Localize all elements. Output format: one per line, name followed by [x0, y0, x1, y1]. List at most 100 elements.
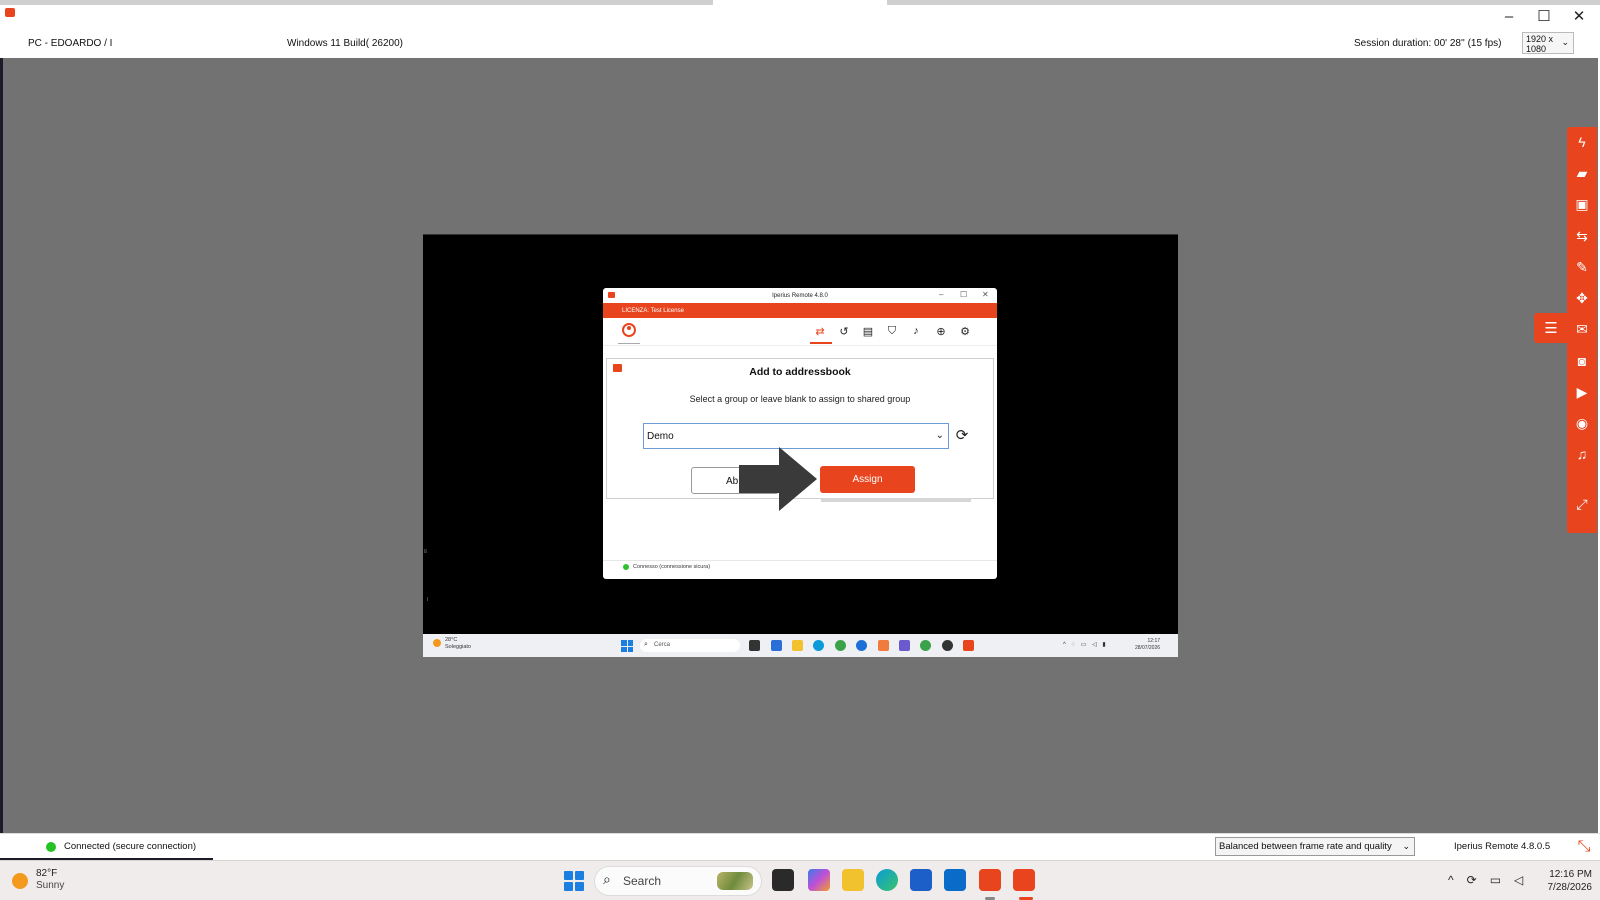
history-icon[interactable]: ↺ — [837, 324, 851, 338]
arrow-right-icon — [739, 447, 817, 511]
remote-clock: 12:17 28/07/2026 — [1135, 638, 1160, 652]
eye-icon[interactable]: ◉ — [1567, 408, 1597, 438]
remote-system-tray[interactable]: ^ ◌ ▭ ◁ ▮ — [1063, 641, 1108, 648]
remote-time: 12:17 — [1147, 638, 1161, 644]
outlook-icon[interactable] — [944, 869, 966, 891]
sun-icon — [12, 873, 28, 889]
copilot-icon[interactable] — [808, 869, 830, 891]
remote-app-icon[interactable] — [942, 640, 953, 651]
resize-icon[interactable]: ⤡ — [1574, 837, 1594, 857]
remote-folder-icon[interactable] — [792, 640, 803, 651]
bell-icon[interactable]: ♪ — [909, 324, 923, 338]
chat-icon[interactable]: ✉ — [1567, 314, 1597, 344]
remote-taskbar: 28°C Soleggiato ⌕ Cerca ^ ◌ ▭ ◁ ▮ 12:17 … — [423, 634, 1178, 657]
search-highlight-image — [717, 872, 753, 890]
connection-status-text: Connected (secure connection) — [64, 841, 197, 852]
task-view-icon[interactable] — [772, 869, 794, 891]
camera-icon[interactable]: ◙ — [1567, 346, 1597, 376]
video-icon[interactable]: ▶ — [1567, 377, 1597, 407]
addressbook-icon[interactable]: ▤ — [861, 324, 875, 338]
search-icon: ⌕ — [644, 641, 648, 648]
remote-iperius-icon[interactable] — [963, 640, 974, 651]
remote-weather[interactable]: 28°C Soleggiato — [433, 637, 471, 651]
remote-maximize-icon[interactable]: ☐ — [960, 290, 967, 299]
file-explorer-icon[interactable] — [842, 869, 864, 891]
pc-name: PC - EDOARDO / I — [28, 38, 113, 49]
iperius-icon[interactable] — [979, 869, 1001, 891]
remote-app-titlebar: Iperius Remote 4.8.0 – ☐ ✕ — [603, 288, 997, 303]
sync-icon[interactable]: ⟳ — [1467, 873, 1477, 887]
lightning-icon[interactable]: ϟ — [1567, 127, 1597, 157]
user-icon[interactable] — [622, 323, 636, 337]
chevron-up-icon[interactable]: ^ — [1448, 873, 1454, 887]
volume-icon[interactable]: ◁ — [1514, 873, 1523, 887]
fullscreen-icon[interactable]: ✥ — [1567, 283, 1597, 313]
quality-select[interactable]: Balanced between frame rate and quality … — [1215, 837, 1415, 856]
iperius-viewer-icon[interactable] — [1013, 869, 1035, 891]
remote-close-icon[interactable]: ✕ — [982, 290, 989, 299]
addressbook-icon[interactable]: ▣ — [1567, 189, 1597, 219]
shield-icon[interactable]: ⛉ — [885, 324, 899, 338]
remote-taskview-icon[interactable] — [749, 640, 760, 651]
remote-chrome-icon[interactable] — [920, 640, 931, 651]
remote-search-box[interactable]: ⌕ Cerca — [640, 639, 740, 652]
search-placeholder: Search — [623, 874, 662, 888]
session-duration: Session duration: 00' 28'' (15 fps) — [1354, 38, 1502, 49]
system-tray[interactable]: ^ ⟳ ▭ ◁ — [1448, 873, 1523, 887]
remote-app-icon[interactable] — [771, 640, 782, 651]
weather-temp: 82°F — [36, 868, 58, 879]
remote-start-icon[interactable] — [621, 640, 633, 652]
remote-edge-icon[interactable] — [813, 640, 824, 651]
remote-minimize-icon[interactable]: – — [939, 290, 943, 299]
start-button[interactable] — [564, 871, 584, 891]
remote-desktop-mark: ß — [424, 549, 428, 555]
wrench-icon[interactable]: ✎ — [1567, 252, 1597, 282]
remote-screen[interactable]: ß I Iperius Remote 4.8.0 – ☐ ✕ LICENZA: … — [423, 234, 1178, 657]
transfer-icon[interactable]: ⇄ — [813, 324, 827, 338]
assign-button[interactable]: Assign — [820, 466, 915, 493]
add-to-addressbook-dialog: Add to addressbook Select a group or lea… — [606, 358, 994, 511]
dialog-title: Add to addressbook — [749, 366, 851, 378]
os-info: Windows 11 Build( 26200) — [287, 38, 403, 49]
weather-condition: Sunny — [36, 880, 65, 891]
settings-icon[interactable]: ⚙ — [958, 324, 972, 338]
hamburger-icon[interactable]: ☰ — [1534, 313, 1568, 343]
iperius-logo-icon — [5, 8, 15, 17]
maximize-button[interactable]: ☐ — [1533, 6, 1555, 26]
store-icon[interactable] — [910, 869, 932, 891]
taskbar-clock[interactable]: 12:16 PM 7/28/2026 — [1530, 868, 1593, 894]
resolution-select[interactable]: 1920 x 1080 ⌄ — [1522, 32, 1574, 54]
swap-icon[interactable]: ⇆ — [1567, 221, 1597, 251]
remote-weather-temp: 28°C — [445, 637, 458, 643]
edge-icon[interactable] — [876, 869, 898, 891]
search-icon: ⌕ — [603, 871, 611, 887]
refresh-icon[interactable]: ⟳ — [953, 426, 971, 444]
viewer-titlebar: – ☐ ✕ — [0, 0, 1600, 32]
minimize-button[interactable]: – — [1498, 6, 1520, 26]
host-taskbar: 82°F Sunny ⌕ Search ^ ⟳ ▭ ◁ 12:16 PM 7/2… — [0, 860, 1600, 900]
connection-status: Connected (secure connection) — [46, 841, 196, 852]
remote-app-icon[interactable] — [878, 640, 889, 651]
status-dot-icon — [623, 564, 629, 570]
group-select-value: Demo — [647, 431, 674, 442]
group-select[interactable]: Demo ⌄ — [643, 423, 949, 449]
remote-date: 28/07/2026 — [1135, 645, 1161, 651]
hidden-text-line — [821, 498, 971, 502]
remote-teams-icon[interactable] — [899, 640, 910, 651]
speaker-icon[interactable]: ♫ — [1567, 439, 1597, 469]
remote-iperius-window[interactable]: Iperius Remote 4.8.0 – ☐ ✕ LICENZA: Test… — [603, 288, 997, 579]
expand-icon[interactable]: ⤢ — [1567, 489, 1597, 519]
support-icon[interactable]: ⊕ — [934, 324, 948, 338]
network-icon[interactable]: ▭ — [1490, 873, 1501, 887]
taskbar-search[interactable]: ⌕ Search — [594, 866, 762, 896]
folder-icon[interactable]: ▰ — [1567, 158, 1597, 188]
dialog-subtitle: Select a group or leave blank to assign … — [689, 394, 911, 404]
remote-chrome-icon[interactable] — [835, 640, 846, 651]
app-version: Iperius Remote 4.8.0.5 — [1454, 841, 1551, 852]
remote-browser-icon[interactable] — [856, 640, 867, 651]
close-button[interactable]: ✕ — [1568, 6, 1590, 26]
session-toolbar: ϟ ▰ ▣ ⇆ ✎ ✥ ✉ ◙ ▶ ◉ ♫ ⤢ — [1567, 127, 1597, 533]
remote-left-edge — [0, 58, 3, 833]
clock-date: 7/28/2026 — [1547, 882, 1593, 893]
weather-widget[interactable]: 82°F Sunny — [12, 868, 64, 892]
